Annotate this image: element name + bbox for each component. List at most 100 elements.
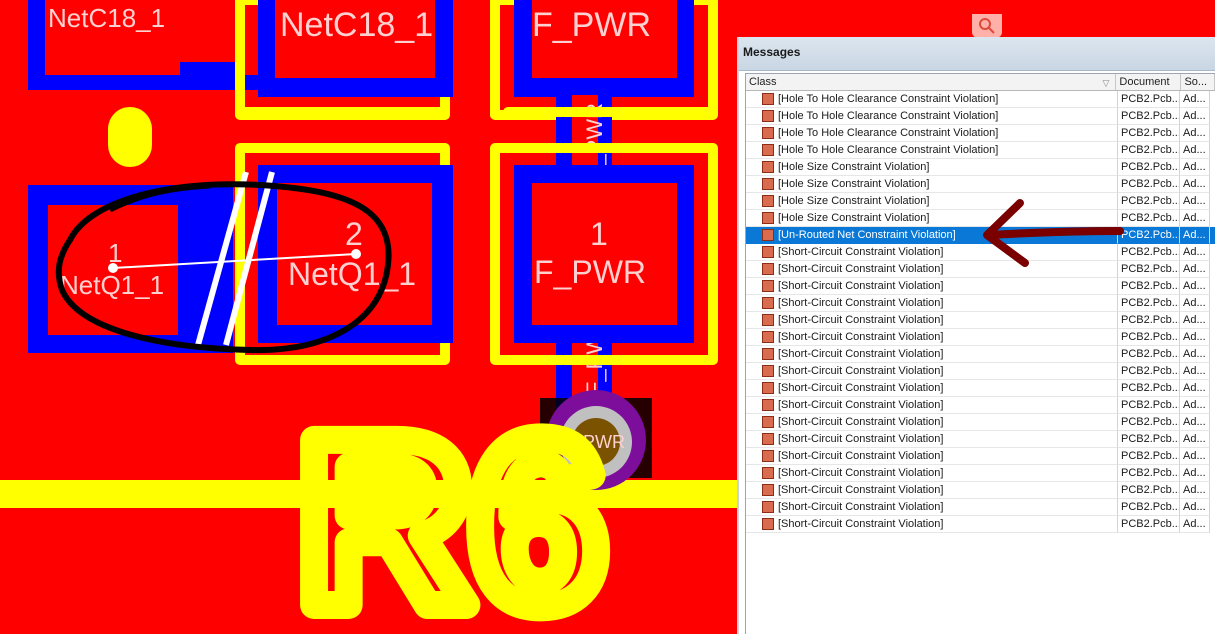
cell-source: Ad...: [1180, 482, 1210, 499]
cell-class: [Short-Circuit Constraint Violation]: [746, 482, 1118, 499]
cell-class: [Short-Circuit Constraint Violation]: [746, 346, 1118, 363]
pad-fpwr-1[interactable]: 1 F_PWR: [490, 143, 718, 365]
error-marker-icon: [762, 195, 774, 207]
error-marker-icon: [762, 501, 774, 513]
search-button[interactable]: [972, 14, 1002, 38]
error-marker-icon: [762, 399, 774, 411]
table-row[interactable]: [Short-Circuit Constraint Violation] PCB2…: [746, 431, 1215, 448]
error-marker-icon: [762, 110, 774, 122]
table-row[interactable]: [Short-Circuit Constraint Violation] PCB2…: [746, 516, 1215, 533]
table-row[interactable]: [Hole To Hole Clearance Constraint Viola…: [746, 108, 1215, 125]
cell-class: [Hole To Hole Clearance Constraint Viola…: [746, 142, 1118, 159]
cell-class: [Short-Circuit Constraint Violation]: [746, 380, 1118, 397]
table-row[interactable]: [Short-Circuit Constraint Violation] PCB2…: [746, 448, 1215, 465]
cell-class: [Short-Circuit Constraint Violation]: [746, 431, 1118, 448]
cell-document: PCB2.Pcb...: [1118, 380, 1180, 397]
error-marker-icon: [762, 314, 774, 326]
table-row[interactable]: [Short-Circuit Constraint Violation] PCB2…: [746, 295, 1215, 312]
error-marker-icon: [762, 382, 774, 394]
pcb-canvas[interactable]: NetC18_1 NetC18_1 F_PWR F_PWR F_PW 1 Net…: [0, 0, 737, 634]
cell-class: [Short-Circuit Constraint Violation]: [746, 329, 1118, 346]
cell-document: PCB2.Pcb...: [1118, 261, 1180, 278]
cell-document: PCB2.Pcb...: [1118, 91, 1180, 108]
cell-document: PCB2.Pcb...: [1118, 159, 1180, 176]
pad-net-label: NetQ1_1: [60, 270, 164, 300]
cell-document: PCB2.Pcb...: [1118, 431, 1180, 448]
cell-document: PCB2.Pcb...: [1118, 108, 1180, 125]
error-marker-icon: [762, 212, 774, 224]
cell-source: Ad...: [1180, 91, 1210, 108]
table-body: [Hole To Hole Clearance Constraint Viola…: [746, 91, 1215, 533]
cell-source: Ad...: [1180, 346, 1210, 363]
cell-class: [Hole Size Constraint Violation]: [746, 176, 1118, 193]
cell-source: Ad...: [1180, 227, 1210, 244]
pad-net-label: F_PWR: [534, 254, 646, 290]
pad-net-label: NetC18_1: [280, 6, 433, 44]
cell-source: Ad...: [1180, 108, 1210, 125]
cell-document: PCB2.Pcb...: [1118, 244, 1180, 261]
column-header-document[interactable]: Document: [1116, 74, 1182, 90]
cell-source: Ad...: [1180, 295, 1210, 312]
cell-source: Ad...: [1180, 142, 1210, 159]
cell-source: Ad...: [1180, 312, 1210, 329]
table-row[interactable]: [Short-Circuit Constraint Violation] PCB2…: [746, 346, 1215, 363]
error-marker-icon: [762, 331, 774, 343]
cell-document: PCB2.Pcb...: [1118, 142, 1180, 159]
table-row[interactable]: [Short-Circuit Constraint Violation] PCB2…: [746, 482, 1215, 499]
cell-class: [Short-Circuit Constraint Violation]: [746, 516, 1118, 533]
messages-table[interactable]: Class ▽ Document So... [Hole To Hole Cle…: [745, 73, 1215, 634]
silkscreen-designator: R6: [298, 388, 605, 634]
cell-source: Ad...: [1180, 448, 1210, 465]
cell-source: Ad...: [1180, 516, 1210, 533]
table-row[interactable]: [Hole Size Constraint Violation] PCB2.Pcb…: [746, 159, 1215, 176]
column-header-source[interactable]: So...: [1181, 74, 1215, 90]
table-row[interactable]: [Short-Circuit Constraint Violation] PCB2…: [746, 397, 1215, 414]
cell-source: Ad...: [1180, 125, 1210, 142]
table-row[interactable]: [Short-Circuit Constraint Violation] PCB2…: [746, 312, 1215, 329]
cell-document: PCB2.Pcb...: [1118, 465, 1180, 482]
error-marker-icon: [762, 246, 774, 258]
table-row[interactable]: [Short-Circuit Constraint Violation] PCB2…: [746, 329, 1215, 346]
table-row[interactable]: [Short-Circuit Constraint Violation] PCB2…: [746, 414, 1215, 431]
table-row[interactable]: [Short-Circuit Constraint Violation] PCB2…: [746, 380, 1215, 397]
cell-document: PCB2.Pcb...: [1118, 448, 1180, 465]
cell-document: PCB2.Pcb...: [1118, 329, 1180, 346]
column-header-class[interactable]: Class ▽: [746, 74, 1117, 90]
panel-title: Messages: [739, 37, 1215, 71]
error-marker-icon: [762, 365, 774, 377]
pad-net-label: NetC18_1: [48, 3, 165, 33]
table-row[interactable]: [Short-Circuit Constraint Violation] PCB2…: [746, 363, 1215, 380]
table-row[interactable]: [Short-Circuit Constraint Violation] PCB2…: [746, 465, 1215, 482]
cell-document: PCB2.Pcb...: [1118, 346, 1180, 363]
cell-document: PCB2.Pcb...: [1118, 516, 1180, 533]
cell-document: PCB2.Pcb...: [1118, 295, 1180, 312]
error-marker-icon: [762, 127, 774, 139]
cell-document: PCB2.Pcb...: [1118, 210, 1180, 227]
cell-document: PCB2.Pcb...: [1118, 278, 1180, 295]
table-row[interactable]: [Short-Circuit Constraint Violation] PCB2…: [746, 278, 1215, 295]
cell-class: [Hole To Hole Clearance Constraint Viola…: [746, 91, 1118, 108]
messages-panel[interactable]: Messages Class ▽ Document So... [Hole To…: [737, 37, 1215, 634]
table-row[interactable]: [Hole To Hole Clearance Constraint Viola…: [746, 91, 1215, 108]
cell-source: Ad...: [1180, 397, 1210, 414]
cell-class: [Short-Circuit Constraint Violation]: [746, 312, 1118, 329]
cell-source: Ad...: [1180, 159, 1210, 176]
cell-document: PCB2.Pcb...: [1118, 125, 1180, 142]
cell-source: Ad...: [1180, 363, 1210, 380]
error-marker-icon: [762, 297, 774, 309]
pad-number: 1: [590, 216, 608, 252]
cell-source: Ad...: [1180, 499, 1210, 516]
cell-source: Ad...: [1180, 278, 1210, 295]
table-row[interactable]: [Hole To Hole Clearance Constraint Viola…: [746, 125, 1215, 142]
annotation-arrow: [983, 199, 1124, 267]
sort-filter-icon[interactable]: ▽: [1102, 75, 1109, 90]
table-row[interactable]: [Hole Size Constraint Violation] PCB2.Pcb…: [746, 176, 1215, 193]
table-header: Class ▽ Document So...: [746, 74, 1215, 91]
table-row[interactable]: [Short-Circuit Constraint Violation] PCB2…: [746, 499, 1215, 516]
error-marker-icon: [762, 433, 774, 445]
cell-document: PCB2.Pcb...: [1118, 397, 1180, 414]
error-marker-icon: [762, 416, 774, 428]
cell-class: [Hole To Hole Clearance Constraint Viola…: [746, 108, 1118, 125]
cell-document: PCB2.Pcb...: [1118, 193, 1180, 210]
table-row[interactable]: [Hole To Hole Clearance Constraint Viola…: [746, 142, 1215, 159]
